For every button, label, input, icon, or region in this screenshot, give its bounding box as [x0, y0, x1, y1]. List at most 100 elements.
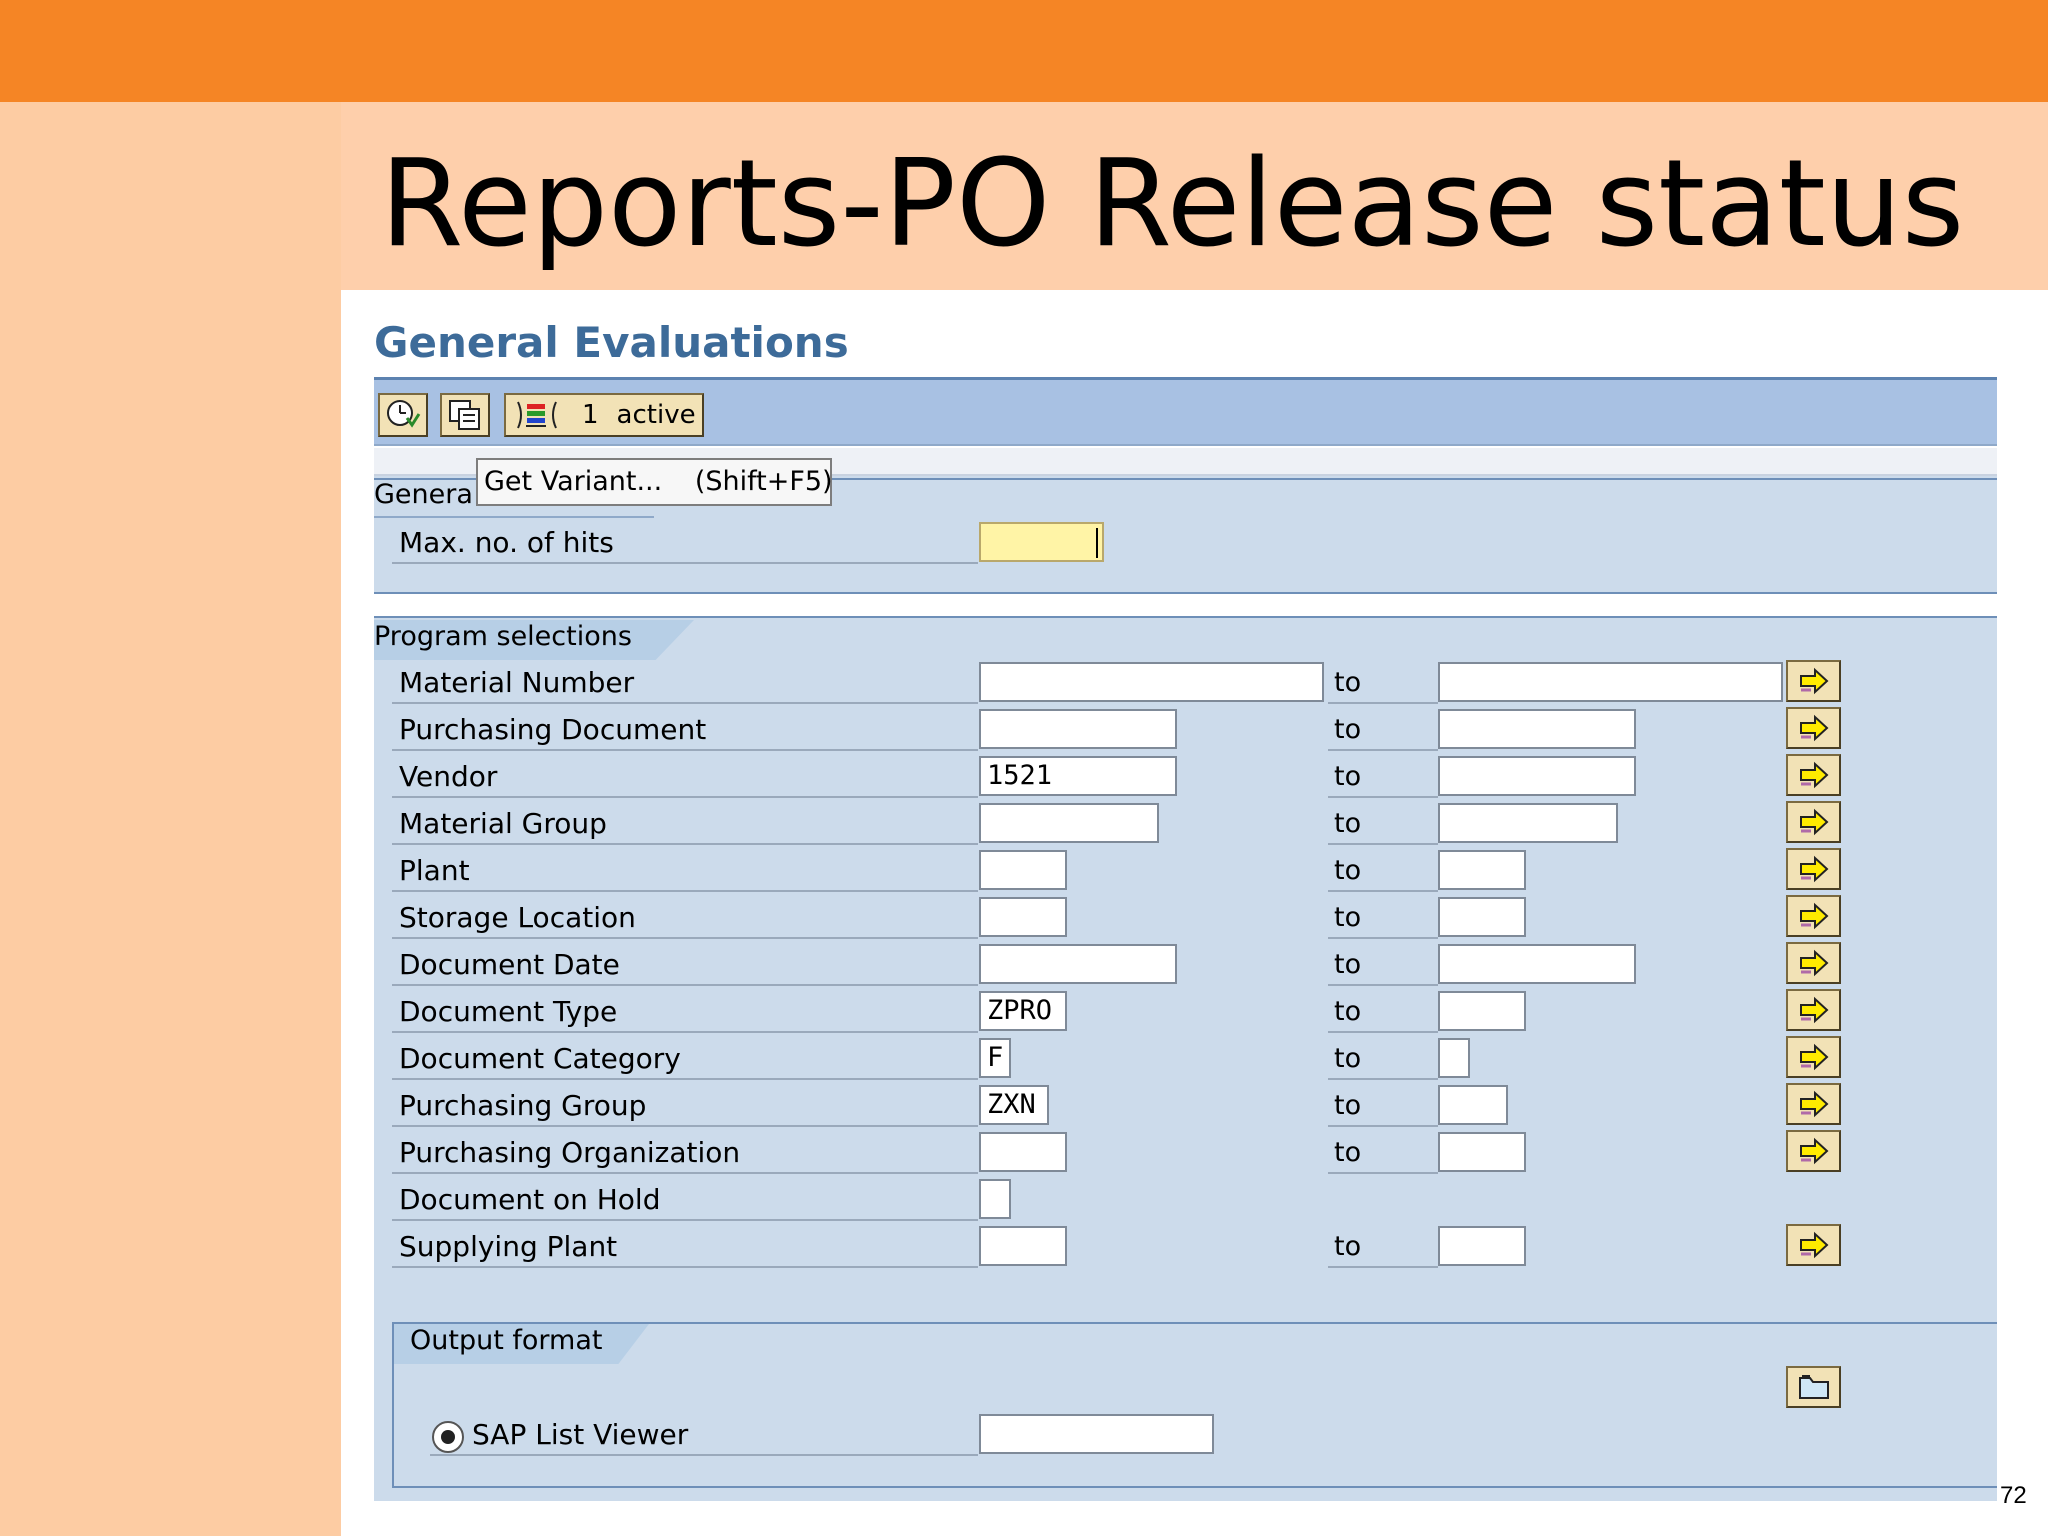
multiple-selection-arrow-icon — [1799, 949, 1828, 977]
selection-to-input[interactable] — [1438, 1226, 1526, 1266]
active-label: active — [616, 400, 696, 430]
dynamic-selection-icon — [517, 401, 557, 429]
selection-to-rule — [1328, 749, 1438, 751]
execute-button[interactable] — [378, 393, 428, 437]
selection-to-label: to — [1334, 902, 1362, 933]
selection-from-input[interactable]: 1521 — [979, 756, 1177, 796]
selection-label-rule — [392, 702, 978, 704]
selection-to-input[interactable] — [1438, 944, 1636, 984]
selection-to-input[interactable] — [1438, 803, 1618, 843]
multiple-selection-button[interactable] — [1786, 848, 1841, 890]
selection-label-rule — [392, 749, 978, 751]
selection-to-input[interactable] — [1438, 1085, 1508, 1125]
selection-from-input[interactable] — [979, 1226, 1067, 1266]
sap-list-viewer-radio[interactable] — [432, 1421, 464, 1453]
selection-from-input[interactable] — [979, 850, 1067, 890]
selection-to-rule — [1328, 937, 1438, 939]
selection-label-rule — [392, 1266, 978, 1268]
selection-to-rule — [1328, 890, 1438, 892]
multiple-selection-arrow-icon — [1799, 1043, 1828, 1071]
selection-to-label: to — [1334, 1137, 1362, 1168]
selection-label-rule — [392, 1125, 978, 1127]
multiple-selection-button[interactable] — [1786, 1083, 1841, 1125]
selection-to-label: to — [1334, 808, 1362, 839]
get-variant-button[interactable] — [440, 393, 490, 437]
selection-label: Plant — [399, 854, 470, 887]
selection-label-rule — [392, 1172, 978, 1174]
selection-to-label: to — [1334, 855, 1362, 886]
multiple-selection-button[interactable] — [1786, 707, 1841, 749]
selection-to-label: to — [1334, 949, 1362, 980]
selection-to-input[interactable] — [1438, 662, 1783, 702]
output-format-left-border — [392, 1322, 394, 1488]
selection-to-rule — [1328, 1031, 1438, 1033]
selection-to-rule — [1328, 984, 1438, 986]
max-hits-rule — [392, 562, 978, 564]
slide-top-bar — [0, 0, 2048, 102]
selection-from-input[interactable] — [979, 803, 1159, 843]
screen-title: General Evaluations — [374, 318, 849, 367]
output-format-top-border — [392, 1322, 1997, 1324]
selection-to-rule — [1328, 1125, 1438, 1127]
selection-to-label: to — [1334, 761, 1362, 792]
selection-label: Purchasing Group — [399, 1089, 647, 1122]
selection-to-rule — [1328, 843, 1438, 845]
multiple-selection-button[interactable] — [1786, 754, 1841, 796]
selection-to-rule — [1328, 1266, 1438, 1268]
multiple-selection-button[interactable] — [1786, 989, 1841, 1031]
multiple-selection-arrow-icon — [1799, 1137, 1828, 1165]
text-caret — [1096, 528, 1098, 558]
general-tab-underline — [374, 516, 654, 518]
selection-to-input[interactable] — [1438, 1038, 1470, 1078]
selection-from-input[interactable] — [979, 662, 1324, 702]
selection-to-rule — [1328, 702, 1438, 704]
selection-from-input[interactable] — [979, 1179, 1011, 1219]
dynamic-selections-button[interactable]: 1 active — [504, 393, 704, 437]
selection-from-input[interactable] — [979, 1132, 1067, 1172]
multiple-selection-arrow-icon — [1799, 714, 1828, 742]
tooltip-shortcut: (Shift+F5) — [694, 466, 833, 497]
multiple-selection-button[interactable] — [1786, 660, 1841, 702]
layout-input[interactable] — [979, 1414, 1214, 1454]
folder-icon — [1798, 1375, 1829, 1399]
selection-to-input[interactable] — [1438, 897, 1526, 937]
selection-to-input[interactable] — [1438, 756, 1636, 796]
selection-label: Purchasing Document — [399, 713, 707, 746]
multiple-selection-arrow-icon — [1799, 1231, 1828, 1259]
sap-list-viewer-rule — [430, 1454, 978, 1456]
selection-from-input[interactable]: F — [979, 1038, 1011, 1078]
output-format-bottom-border — [392, 1486, 1997, 1488]
selection-label-rule — [392, 937, 978, 939]
multiple-selection-button[interactable] — [1786, 942, 1841, 984]
multiple-selection-arrow-icon — [1799, 667, 1828, 695]
selection-label: Supplying Plant — [399, 1230, 618, 1263]
selection-label: Vendor — [399, 760, 498, 793]
selection-label-rule — [392, 843, 978, 845]
selection-label: Storage Location — [399, 901, 636, 934]
choose-layout-button[interactable] — [1786, 1366, 1841, 1408]
selection-label-rule — [392, 796, 978, 798]
selection-from-input[interactable]: ZPRO — [979, 991, 1067, 1031]
multiple-selection-button[interactable] — [1786, 1224, 1841, 1266]
max-hits-input[interactable] — [979, 522, 1104, 562]
selection-from-input[interactable]: ZXN — [979, 1085, 1049, 1125]
multiple-selection-arrow-icon — [1799, 996, 1828, 1024]
selection-to-input[interactable] — [1438, 991, 1526, 1031]
multiple-selection-button[interactable] — [1786, 1130, 1841, 1172]
max-hits-label: Max. no. of hits — [399, 526, 614, 559]
selection-to-label: to — [1334, 1043, 1362, 1074]
selection-from-input[interactable] — [979, 897, 1067, 937]
slide-left-band — [0, 102, 341, 1536]
selection-from-input[interactable] — [979, 709, 1177, 749]
selection-from-input[interactable] — [979, 944, 1177, 984]
selection-label-rule — [392, 984, 978, 986]
multiple-selection-button[interactable] — [1786, 895, 1841, 937]
selection-to-input[interactable] — [1438, 1132, 1526, 1172]
tooltip-label: Get Variant... — [484, 466, 663, 497]
selection-to-input[interactable] — [1438, 709, 1636, 749]
multiple-selection-button[interactable] — [1786, 1036, 1841, 1078]
selection-label: Material Number — [399, 666, 635, 699]
multiple-selection-button[interactable] — [1786, 801, 1841, 843]
get-variant-tooltip: Get Variant... (Shift+F5) — [476, 458, 833, 506]
selection-to-input[interactable] — [1438, 850, 1526, 890]
